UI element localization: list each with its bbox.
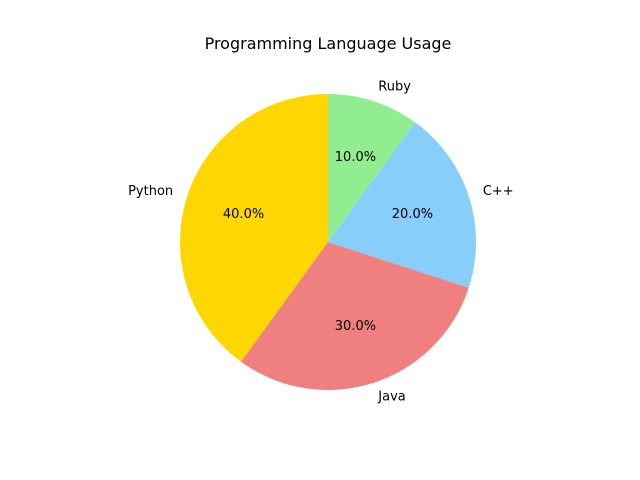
pie-slices	[180, 94, 477, 390]
pct-label-cp: 20.0%	[392, 207, 433, 222]
slice-label-ruby: Ruby	[378, 80, 411, 95]
slice-label-cp: C++	[483, 184, 514, 199]
pie-chart-figure: Programming Language Usage Python 40.0% Ja…	[128, 34, 514, 404]
chart-title: Programming Language Usage	[205, 34, 452, 53]
pct-label-java: 30.0%	[335, 319, 376, 334]
slice-label-python: Python	[128, 184, 173, 199]
pct-label-python: 40.0%	[223, 207, 264, 222]
slice-label-java: Java	[377, 389, 405, 404]
pct-label-ruby: 10.0%	[335, 150, 376, 165]
